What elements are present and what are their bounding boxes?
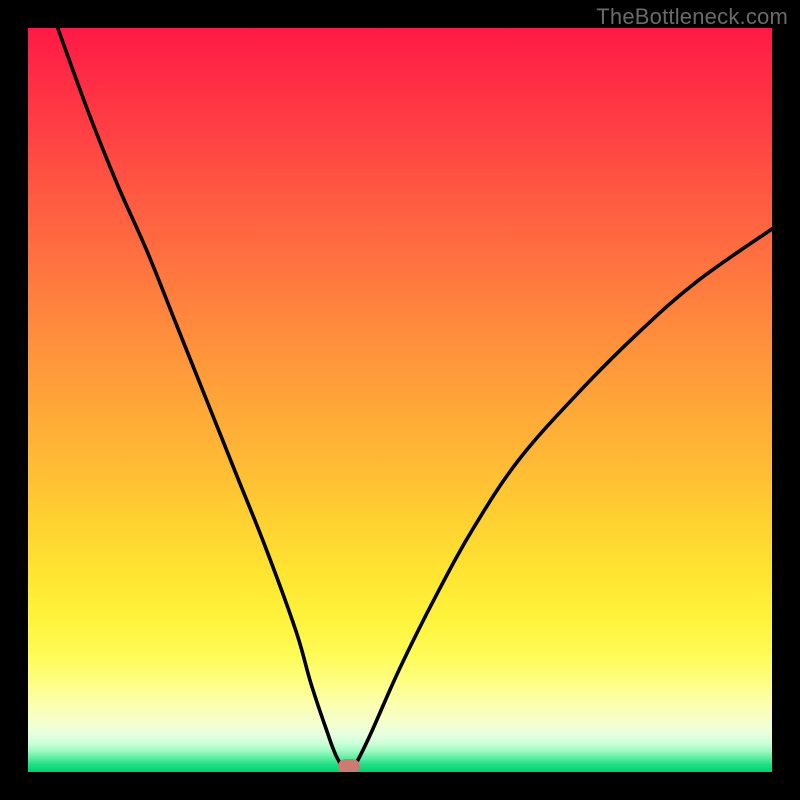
optimal-point-marker xyxy=(338,759,360,772)
curve-layer xyxy=(28,28,772,772)
bottleneck-curve xyxy=(58,28,772,772)
plot-area xyxy=(28,28,772,772)
chart-frame: TheBottleneck.com xyxy=(0,0,800,800)
watermark-text: TheBottleneck.com xyxy=(596,4,788,30)
